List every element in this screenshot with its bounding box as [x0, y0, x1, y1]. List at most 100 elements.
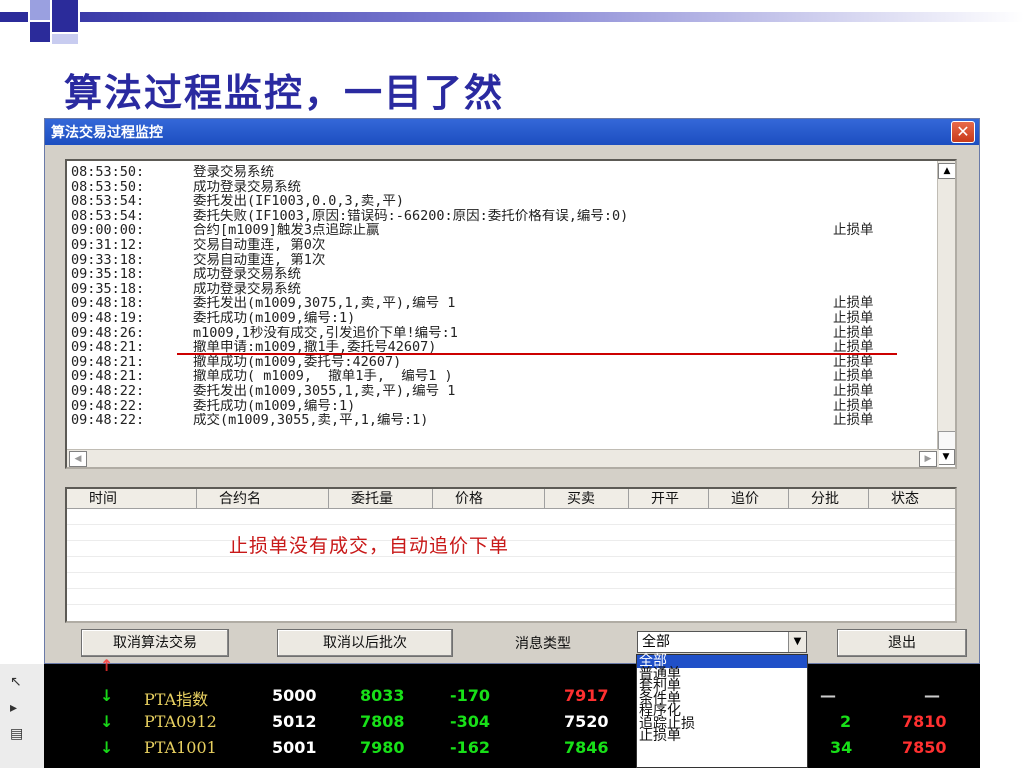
log-line: 08:53:50: 成功登录交易系统 — [71, 179, 931, 195]
col-header[interactable]: 委托量 — [329, 489, 433, 508]
last-price: 7808 — [360, 712, 405, 731]
msg-type-dropdown[interactable]: 全部 普通单 套利单 条件单 程序化 追踪止损 止损单 — [636, 654, 808, 768]
market-row-partial: ↑ — [44, 656, 980, 678]
log-time: 09:48:21: — [71, 353, 145, 370]
col-b: 7810 — [902, 712, 947, 731]
log-line: 09:48:21: 撤单成功(m1009,委托号:42607) 止损单 — [71, 355, 931, 370]
cancel-algo-button[interactable]: 取消算法交易 — [81, 629, 229, 657]
scroll-up-icon[interactable]: ▲ — [938, 163, 955, 179]
log-line: 09:33:18: 交易自动重连, 第1次 — [71, 251, 931, 268]
table-row — [67, 541, 955, 557]
col-a: 2 — [840, 712, 852, 731]
change: -304 — [450, 712, 491, 731]
pointer-move-icon[interactable]: ▸ — [10, 700, 17, 716]
arrow-down-icon: ↓ — [100, 686, 114, 705]
log-line: 09:35:18: 成功登录交易系统 — [71, 282, 931, 297]
market-row[interactable]: ↓ PTA指数 5000 8033 -170 7917 — — — [44, 686, 980, 709]
log-msg: 委托发出(IF1003,0.0,3,卖,平) — [193, 194, 405, 209]
log-msg: 委托成功(m1009,编号:1) — [193, 398, 356, 414]
log-time: 09:48:22: — [71, 382, 145, 399]
log-line: 09:48:22: 委托成功(m1009,编号:1) 止损单 — [71, 397, 931, 414]
log-msg: 合约[m1009]触发3点追踪止赢 — [193, 223, 380, 238]
contract-name: PTA0912 — [144, 712, 217, 731]
log-msg: 委托失败(IF1003,原因:错误码:-66200:原因:委托价格有误,编号:0… — [193, 208, 629, 224]
col-header[interactable]: 分批 — [789, 489, 869, 508]
vertical-scrollbar[interactable]: ▲ — [937, 161, 955, 451]
log-line: 09:48:22: 委托发出(m1009,3055,1,卖,平),编号 1 止损单 — [71, 384, 931, 399]
volume: 5012 — [272, 712, 317, 731]
log-tag: 止损单 — [833, 222, 874, 239]
col-header[interactable]: 时间 — [67, 489, 197, 508]
slide-decoration — [52, 34, 78, 44]
log-time: 09:33:18: — [71, 251, 145, 268]
bid-price: 7846 — [564, 738, 609, 757]
scroll-left-icon[interactable]: ◀ — [69, 451, 87, 467]
table-row — [67, 573, 955, 589]
col-header[interactable]: 合约名 — [197, 489, 329, 508]
log-msg: 交易自动重连, 第1次 — [193, 252, 326, 268]
cancel-batches-button[interactable]: 取消以后批次 — [277, 629, 453, 657]
close-button[interactable]: ✕ — [951, 121, 975, 143]
slide-decoration — [30, 22, 50, 42]
log-tag: 止损单 — [833, 382, 874, 399]
cursor-icon[interactable]: ↖ — [10, 674, 22, 690]
col-b: 7850 — [902, 738, 947, 757]
chevron-down-icon[interactable]: ▼ — [788, 632, 806, 652]
dropdown-option[interactable]: 止损单 — [637, 729, 807, 742]
log-panel[interactable]: 08:53:50: 登录交易系统 08:53:50: 成功登录交易系统 08:53:54… — [65, 159, 957, 469]
log-time: 09:48:21: — [71, 368, 145, 385]
volume: 5001 — [272, 738, 317, 757]
horizontal-scrollbar[interactable]: ◀ ▶ — [67, 449, 939, 467]
col-header[interactable]: 状态 — [869, 489, 955, 508]
arrow-down-icon: ↓ — [100, 738, 114, 757]
col-a: 34 — [830, 738, 853, 757]
log-msg: 交易自动重连, 第0次 — [193, 237, 326, 253]
contract-name: PTA指数 — [144, 690, 209, 709]
table-row — [67, 525, 955, 541]
market-row[interactable]: ↓ PTA0912 5012 7808 -304 7520 2 7810 — [44, 712, 980, 734]
log-msg: 委托发出(m1009,3055,1,卖,平),编号 1 — [193, 383, 456, 399]
scroll-down-icon[interactable]: ▼ — [937, 449, 955, 465]
slide-decoration — [52, 0, 78, 32]
panel-icon[interactable]: ▤ — [10, 726, 23, 742]
log-time: 09:48:19: — [71, 309, 145, 326]
slide-decoration — [30, 0, 50, 20]
arrow-down-icon: ↓ — [100, 712, 114, 731]
order-table: 时间 合约名 委托量 价格 买卖 开平 追价 分批 状态 止损单没有成交，自动追… — [65, 487, 957, 623]
last-price: 8033 — [360, 686, 405, 705]
log-time: 09:48:26: — [71, 324, 145, 341]
log-line: 09:48:19: 委托成功(m1009,编号:1) 止损单 — [71, 311, 931, 326]
log-line: 08:53:54: 委托失败(IF1003,原因:错误码:-66200:原因:委托… — [71, 209, 931, 224]
col-header[interactable]: 价格 — [433, 489, 545, 508]
change: -170 — [450, 686, 491, 705]
log-msg: 撤单成功(m1009,委托号:42607) — [193, 354, 402, 370]
col-header[interactable]: 开平 — [629, 489, 709, 508]
msg-type-select[interactable]: 全部 ▼ — [637, 631, 807, 653]
highlight-underline — [177, 353, 897, 355]
log-msg: 委托发出(m1009,3075,1,卖,平),编号 1 — [193, 296, 456, 311]
log-time: 08:53:54: — [71, 207, 145, 224]
scroll-right-icon[interactable]: ▶ — [919, 451, 937, 467]
log-tag: 止损单 — [833, 353, 874, 370]
table-row — [67, 557, 955, 573]
log-time: 08:53:54: — [71, 193, 145, 210]
log-line: 08:53:50: 登录交易系统 — [71, 165, 931, 180]
log-lines: 08:53:50: 登录交易系统 08:53:50: 成功登录交易系统 08:53:54… — [71, 165, 931, 428]
log-time: 09:35:18: — [71, 280, 145, 297]
log-tag: 止损单 — [833, 397, 874, 414]
log-msg: 撤单成功( m1009, 撤单1手, 编号1 ) — [193, 369, 453, 384]
log-tag: 止损单 — [833, 295, 874, 312]
scroll-thumb[interactable] — [938, 431, 955, 451]
log-tag: 止损单 — [833, 368, 874, 385]
log-msg: 成交(m1009,3055,卖,平,1,编号:1) — [193, 413, 429, 428]
market-row[interactable]: ↓ PTA1001 5001 7980 -162 7846 34 7850 — [44, 738, 980, 760]
dialog-titlebar[interactable]: 算法交易过程监控 — [45, 119, 979, 145]
exit-button[interactable]: 退出 — [837, 629, 967, 657]
log-msg: 委托成功(m1009,编号:1) — [193, 310, 356, 326]
col-header[interactable]: 追价 — [709, 489, 789, 508]
log-time: 09:00:00: — [71, 222, 145, 239]
col-header[interactable]: 买卖 — [545, 489, 629, 508]
slide-header-bar — [80, 12, 1024, 22]
log-time: 09:48:22: — [71, 397, 145, 414]
market-quotes-panel: ↑ ↓ PTA指数 5000 8033 -170 7917 — — ↓ PTA0… — [44, 656, 980, 768]
